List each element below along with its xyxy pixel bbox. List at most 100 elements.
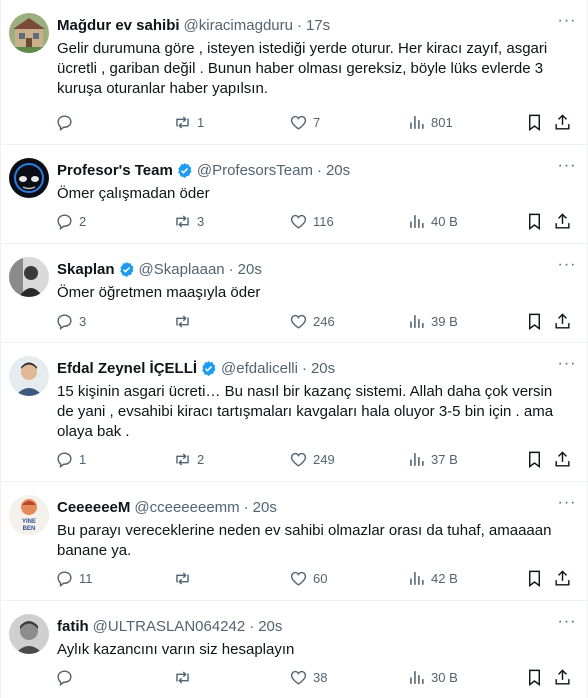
like-button[interactable]: 60 [289,566,327,590]
reply-button[interactable]: 1 [55,447,86,471]
views-button[interactable]: 39 B [407,309,458,333]
share-button[interactable] [553,110,572,134]
like-count: 116 [313,213,334,229]
views-button[interactable]: 30 B [407,665,458,689]
reply-count: 1 [79,451,87,467]
more-icon[interactable]: ··· [557,257,577,278]
reply-icon [55,450,79,469]
user-handle[interactable]: @Skaplaaan [139,261,225,278]
views-count: 801 [431,114,453,130]
retweet-button[interactable]: 1 [173,110,204,134]
bookmark-button[interactable] [525,566,544,590]
tweet-text-line: olaya bak . [57,423,130,440]
avatar[interactable] [9,13,49,53]
timestamp[interactable]: 20s [253,499,277,516]
user-handle[interactable]: @kiracimagduru [184,17,293,34]
timestamp[interactable]: 20s [258,618,282,635]
more-icon[interactable]: ··· [557,495,577,516]
like-icon [289,212,313,231]
views-count: 30 B [431,669,458,685]
share-button[interactable] [553,309,572,333]
verified-badge-icon [200,360,217,377]
tweet[interactable]: fatih @ULTRASLAN064242 · 20s ··· Aylık k… [1,601,588,698]
bookmark-button[interactable] [525,309,544,333]
retweet-button[interactable]: 3 [173,209,204,233]
tweet[interactable]: YINE BEN CeeeeeeM @cceeeeeemm · 20s ··· … [1,482,588,601]
tweet-header: fatih @ULTRASLAN064242 · 20s [57,616,549,636]
user-handle[interactable]: @ProfesorsTeam [197,162,313,179]
views-button[interactable]: 801 [407,110,453,134]
retweet-button[interactable]: 2 [173,447,204,471]
display-name[interactable]: Profesor's Team [57,162,173,179]
display-name[interactable]: Skaplan [57,261,115,278]
like-button[interactable]: 7 [289,110,320,134]
bookmark-button[interactable] [525,209,544,233]
display-name[interactable]: Efdal Zeynel İÇELLİ [57,360,197,377]
tweet[interactable]: Profesor's Team @ProfesorsTeam · 20s ···… [1,145,588,244]
more-icon[interactable]: ··· [557,13,577,34]
views-count: 42 B [431,570,458,586]
tweet-header: Efdal Zeynel İÇELLİ @efdalicelli · 20s [57,358,549,378]
views-button[interactable]: 42 B [407,566,458,590]
like-button[interactable]: 116 [289,209,334,233]
bookmark-button[interactable] [525,447,544,471]
user-handle[interactable]: @cceeeeeemm [134,499,239,516]
bookmark-button[interactable] [525,665,544,689]
timestamp[interactable]: 20s [238,261,262,278]
tweet[interactable]: Skaplan @Skaplaaan · 20s ··· Ömer öğretm… [1,244,588,343]
share-button[interactable] [553,566,572,590]
views-icon [407,312,431,331]
like-icon [289,113,313,132]
display-name[interactable]: fatih [57,618,89,635]
reply-button[interactable] [55,665,79,689]
avatar[interactable] [9,257,49,297]
bookmark-button[interactable] [525,110,544,134]
tweet-text: Ömer çalışmadan öder [57,184,575,204]
tweet[interactable]: Mağdur ev sahibi @kiracimagduru · 17s ··… [1,0,588,145]
reply-button[interactable] [55,110,79,134]
retweet-icon [173,212,197,231]
retweet-button[interactable] [173,665,197,689]
retweet-icon [173,569,197,588]
user-handle[interactable]: @ULTRASLAN064242 [93,618,246,635]
reply-button[interactable]: 3 [55,309,86,333]
like-button[interactable]: 246 [289,309,335,333]
like-button[interactable]: 38 [289,665,327,689]
timestamp[interactable]: 20s [326,162,350,179]
retweet-button[interactable] [173,566,197,590]
views-button[interactable]: 37 B [407,447,458,471]
like-button[interactable]: 249 [289,447,335,471]
share-button[interactable] [553,209,572,233]
avatar[interactable] [9,614,49,654]
tweet-actions: 38 30 B [53,665,575,689]
bookmark-icon [525,212,544,231]
timestamp[interactable]: 17s [306,17,330,34]
more-icon[interactable]: ··· [557,158,577,179]
share-button[interactable] [553,665,572,689]
user-handle[interactable]: @efdalicelli [221,360,298,377]
avatar[interactable] [9,158,49,198]
bookmark-icon [525,113,544,132]
retweet-button[interactable] [173,309,197,333]
more-icon[interactable]: ··· [557,614,577,635]
tweet-actions: 11 60 42 B [53,566,575,590]
bookmark-icon [525,312,544,331]
share-icon [553,569,572,588]
like-icon [289,450,313,469]
reply-icon [55,113,79,132]
reply-button[interactable]: 2 [55,209,86,233]
tweet-text: Ömer öğretmen maaşıyla öder [57,283,575,303]
avatar[interactable] [9,356,49,396]
reply-button[interactable]: 11 [55,566,93,590]
more-icon[interactable]: ··· [557,356,577,377]
display-name[interactable]: CeeeeeeM [57,499,130,516]
tweet-text: Aylık kazancını varın siz hesaplayın [57,640,575,660]
tweet-actions: 3 246 39 B [53,309,575,333]
timestamp[interactable]: 20s [311,360,335,377]
display-name[interactable]: Mağdur ev sahibi [57,17,180,34]
tweet[interactable]: Efdal Zeynel İÇELLİ @efdalicelli · 20s ·… [1,343,588,482]
share-button[interactable] [553,447,572,471]
views-button[interactable]: 40 B [407,209,458,233]
like-count: 7 [313,114,321,130]
views-icon [407,668,431,687]
